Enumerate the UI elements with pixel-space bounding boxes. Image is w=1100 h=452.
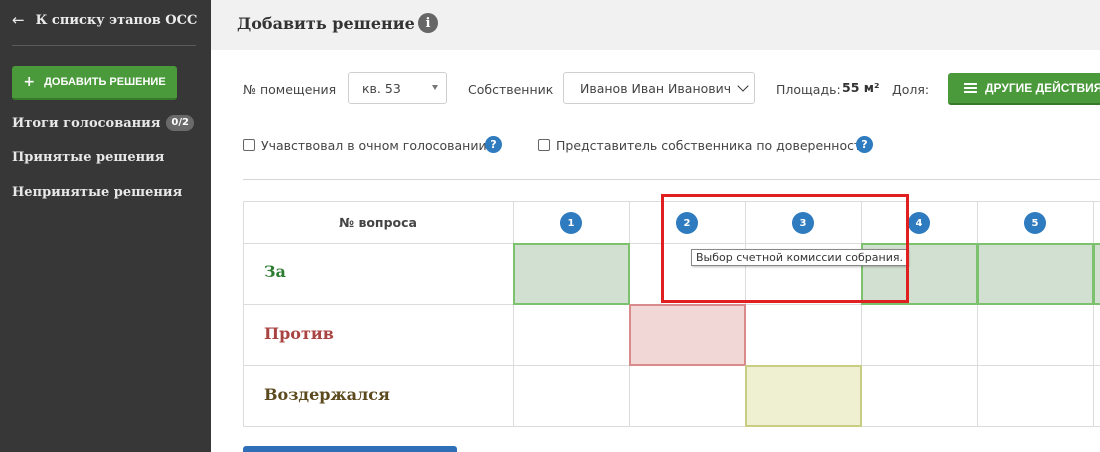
add-decision-label: ДОБАВИТЬ РЕШЕНИЕ bbox=[44, 76, 166, 88]
vote-cell-against-q5[interactable] bbox=[978, 305, 1093, 365]
vote-cell-abstained-q1[interactable] bbox=[514, 366, 629, 426]
owner-label: Собственник bbox=[468, 82, 554, 97]
sidebar-item-label: Принятые решения bbox=[12, 150, 165, 165]
results-count-badge: 0/2 bbox=[166, 115, 194, 131]
annotation-highlight-box bbox=[661, 194, 909, 303]
page-header: Добавить решение i bbox=[211, 0, 1100, 50]
sidebar-item-rejected-decisions[interactable]: Непринятые решения bbox=[12, 185, 182, 200]
table-border bbox=[1093, 201, 1094, 427]
add-decision-button[interactable]: + ДОБАВИТЬ РЕШЕНИЕ bbox=[12, 66, 177, 100]
list-icon bbox=[964, 83, 977, 93]
area-label: Площадь: bbox=[776, 82, 841, 97]
question-mark-icon[interactable]: ? bbox=[485, 136, 502, 153]
vote-cell-for-q5[interactable] bbox=[977, 243, 1094, 305]
proxy-checkbox-label: Представитель собственника по довереннос… bbox=[556, 138, 870, 153]
proxy-checkbox[interactable] bbox=[538, 139, 550, 151]
question-number-badge[interactable]: 4 bbox=[908, 212, 930, 234]
room-label: № помещения bbox=[243, 82, 337, 97]
question-number-header: № вопроса bbox=[339, 214, 417, 230]
vote-cell-against-q4[interactable] bbox=[862, 305, 977, 365]
attended-checkbox-label: Учавствовал в очном голосовании bbox=[261, 138, 487, 153]
sidebar-item-accepted-decisions[interactable]: Принятые решения bbox=[12, 150, 164, 165]
sidebar-divider bbox=[12, 45, 196, 46]
vote-cell-against-q2[interactable] bbox=[629, 304, 746, 366]
back-to-stages-link[interactable]: ← К списку этапов ОСС bbox=[12, 11, 197, 29]
vote-cell-for-q1[interactable] bbox=[513, 243, 630, 305]
sidebar-item-label: Непринятые решения bbox=[12, 185, 183, 200]
caret-down-icon bbox=[432, 85, 438, 90]
area-value: 55 м² bbox=[842, 80, 880, 95]
back-link-label: К списку этапов ОСС bbox=[35, 12, 198, 28]
share-label: Доля: bbox=[892, 82, 930, 97]
row-label-against: Против bbox=[264, 324, 334, 343]
other-actions-button[interactable]: ДРУГИЕ ДЕЙСТВИЯ bbox=[948, 73, 1100, 105]
sidebar-item-label: Итоги голосования bbox=[12, 115, 161, 131]
room-select[interactable]: кв. 53 bbox=[348, 72, 447, 104]
attended-checkbox[interactable] bbox=[243, 139, 255, 151]
vote-cell-against-q1[interactable] bbox=[514, 305, 629, 365]
table-border bbox=[243, 426, 1100, 427]
vote-cell-abstained-q2[interactable] bbox=[630, 366, 745, 426]
sidebar: ← К списку этапов ОСС + ДОБАВИТЬ РЕШЕНИЕ… bbox=[0, 0, 211, 452]
plus-icon: + bbox=[23, 74, 36, 90]
question-number-badge[interactable]: 1 bbox=[560, 212, 582, 234]
other-actions-label: ДРУГИЕ ДЕЙСТВИЯ bbox=[985, 81, 1100, 95]
sidebar-item-voting-results[interactable]: Итоги голосования 0/2 bbox=[12, 115, 194, 131]
submit-button[interactable] bbox=[243, 446, 457, 452]
page-title: Добавить решение bbox=[237, 14, 415, 33]
question-number-badge[interactable]: 5 bbox=[1024, 212, 1046, 234]
vote-cell-abstained-q4[interactable] bbox=[862, 366, 977, 426]
vote-cell-against-q3[interactable] bbox=[746, 305, 861, 365]
info-icon[interactable]: i bbox=[418, 13, 438, 33]
room-select-value: кв. 53 bbox=[362, 80, 401, 96]
vote-cell-abstained-q3[interactable] bbox=[745, 365, 862, 427]
row-label-for: За bbox=[264, 262, 286, 281]
section-divider bbox=[243, 179, 1100, 180]
vote-cell-for-q6[interactable] bbox=[1093, 243, 1100, 305]
vote-cell-abstained-q5[interactable] bbox=[978, 366, 1093, 426]
chevron-down-icon bbox=[737, 80, 749, 92]
owner-select[interactable]: Иванов Иван Иванович bbox=[563, 72, 755, 104]
arrow-left-icon: ← bbox=[12, 10, 25, 29]
owner-select-value: Иванов Иван Иванович bbox=[580, 80, 732, 96]
row-label-abstained: Воздержался bbox=[264, 385, 390, 404]
question-mark-icon[interactable]: ? bbox=[856, 136, 873, 153]
